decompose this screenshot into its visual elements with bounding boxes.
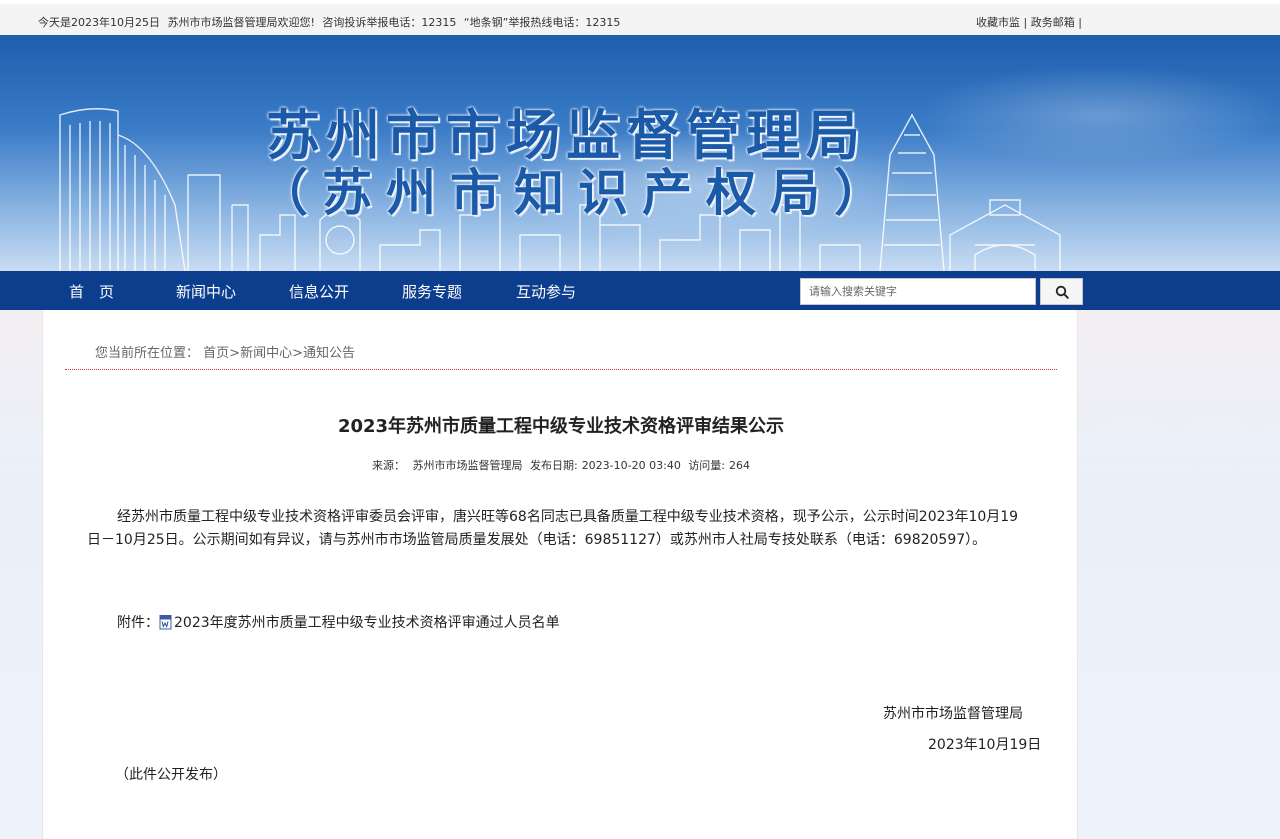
word-doc-icon[interactable] xyxy=(159,614,173,630)
attachment-label: 附件： xyxy=(117,615,159,631)
breadcrumb-news[interactable]: 新闻中心 xyxy=(240,346,292,361)
article-body: 经苏州市质量工程中级专业技术资格评审委员会评审，唐兴旺等68名同志已具备质量工程… xyxy=(87,509,1019,548)
publication-note: （此件公开发布） xyxy=(115,767,227,783)
welcome-text: 苏州市市场监督管理局欢迎您! xyxy=(167,16,315,29)
signature-date: 2023年10月19日 xyxy=(928,737,1042,753)
source-value: 苏州市市场监督管理局 xyxy=(412,459,523,472)
top-info-left: 今天是2023年10月25日 苏州市市场监督管理局欢迎您! 咨询投诉举报电话：1… xyxy=(38,14,624,30)
publish-date: 2023-10-20 03:40 xyxy=(581,459,681,472)
top-links: 收藏市监 | 政务邮箱 | xyxy=(976,14,1082,30)
nav-item-news[interactable]: 新闻中心 xyxy=(176,281,236,302)
attachment-link[interactable]: 2023年度苏州市质量工程中级专业技术资格评审通过人员名单 xyxy=(174,612,560,632)
breadcrumb-home[interactable]: 首页 xyxy=(203,346,229,361)
search-button[interactable] xyxy=(1040,278,1083,305)
article-title: 2023年苏州市质量工程中级专业技术资格评审结果公示 xyxy=(337,416,785,437)
search-icon xyxy=(1055,285,1069,299)
signature-organization: 苏州市市场监督管理局 xyxy=(883,706,1023,722)
date-label: 发布日期: xyxy=(529,459,578,472)
breadcrumb-notices[interactable]: 通知公告 xyxy=(303,346,355,361)
article-meta: 来源： 苏州市市场监督管理局 发布日期: 2023-10-20 03:40 访问量… xyxy=(43,457,1079,473)
current-date: 今天是2023年10月25日 xyxy=(38,16,160,29)
top-link-separator: | xyxy=(1020,16,1031,29)
top-link-trailing-separator: | xyxy=(1074,16,1082,29)
breadcrumb: 您当前所在位置： 首页>新闻中心>通知公告 xyxy=(95,342,355,361)
search-input[interactable] xyxy=(800,278,1036,305)
breadcrumb-separator: > xyxy=(229,346,241,361)
nav-item-home[interactable]: 首 页 xyxy=(69,281,114,302)
view-count: 264 xyxy=(729,459,751,472)
breadcrumb-prefix: 您当前所在位置： xyxy=(95,346,200,361)
breadcrumb-separator: > xyxy=(292,346,303,361)
nav-item-services[interactable]: 服务专题 xyxy=(402,281,462,302)
breadcrumb-divider xyxy=(65,369,1057,370)
favorite-link[interactable]: 收藏市监 xyxy=(976,16,1020,29)
gov-mail-link[interactable]: 政务邮箱 xyxy=(1031,16,1075,29)
attachment-row: 附件： 2023年度苏州市质量工程中级专业技术资格评审通过人员名单 xyxy=(117,612,560,632)
banner-title-line2: （苏州市知识产权局） xyxy=(258,164,898,222)
report-hotline: “地条钢”举报热线电话：12315 xyxy=(463,16,621,29)
views-label: 访问量: xyxy=(688,459,726,472)
nav-item-info-disclosure[interactable]: 信息公开 xyxy=(289,281,349,302)
complaint-hotline: 咨询投诉举报电话：12315 xyxy=(322,16,457,29)
main-nav: 首 页 新闻中心 信息公开 服务专题 互动参与 xyxy=(0,271,1280,310)
content-panel: 您当前所在位置： 首页>新闻中心>通知公告 2023年苏州市质量工程中级专业技术… xyxy=(42,310,1078,839)
nav-item-interaction[interactable]: 互动参与 xyxy=(516,281,576,302)
source-label: 来源： xyxy=(371,459,405,472)
site-banner: 苏州市市场监督管理局 （苏州市知识产权局） xyxy=(0,35,1280,271)
top-info-bar: 今天是2023年10月25日 苏州市市场监督管理局欢迎您! 咨询投诉举报电话：1… xyxy=(0,0,1280,35)
